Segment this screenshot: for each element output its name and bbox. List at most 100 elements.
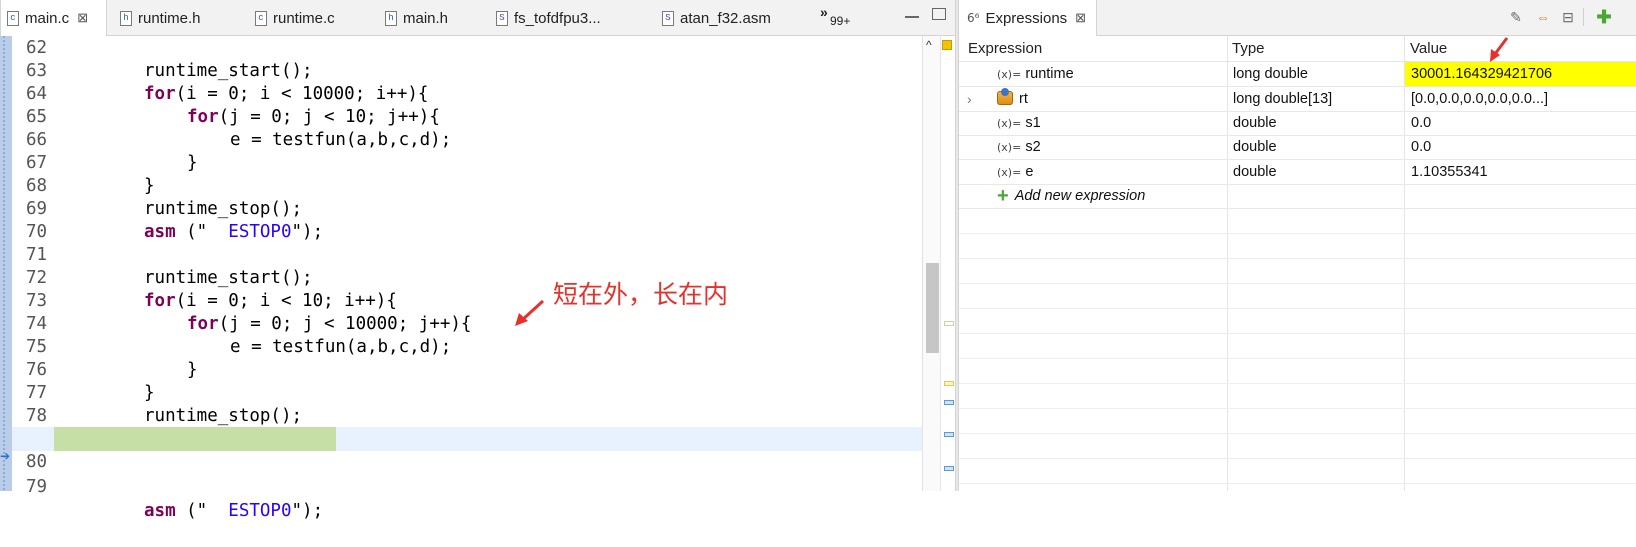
type-cell: double <box>1233 164 1277 180</box>
line-number: 68 <box>26 176 48 196</box>
code-line: 68} <box>12 174 922 198</box>
maximize-icon[interactable] <box>932 8 946 20</box>
more-tabs-icon[interactable]: » <box>820 4 828 20</box>
close-icon[interactable]: ⊠ <box>1075 10 1086 26</box>
code-line: 74 for(j = 0; j < 10000; j++){ <box>12 312 922 336</box>
expression-row[interactable]: › rt long double[13] [0.0,0.0,0.0,0.0,0.… <box>959 87 1636 112</box>
expression-cell: (x)= s1 <box>997 111 1222 135</box>
line-code: } <box>144 176 155 196</box>
code-line: 80 <box>12 450 922 474</box>
scrollbar-thumb[interactable] <box>926 263 939 353</box>
empty-row <box>959 384 1636 409</box>
remove-expression-icon[interactable]: ✎ <box>1507 8 1525 26</box>
overview-marker[interactable] <box>944 432 954 437</box>
variable-icon: (x)= <box>997 117 1022 130</box>
overview-marker[interactable] <box>944 400 954 405</box>
line-code: } <box>144 383 155 403</box>
tab-main-c[interactable]: c main.c ⊠ <box>0 0 107 36</box>
add-expression-cell[interactable]: + Add new expression <box>997 184 1222 208</box>
line-number: 69 <box>26 199 48 219</box>
column-header-type[interactable]: Type <box>1215 36 1393 62</box>
code-line: 64 for(i = 0; i < 10000; i++){ <box>12 82 922 106</box>
empty-row <box>959 334 1636 359</box>
code-line: 66 e = testfun(a,b,c,d); <box>12 128 922 152</box>
value-cell[interactable]: 0.0 <box>1411 135 1631 159</box>
code-line: 71 <box>12 243 922 267</box>
expression-name: e <box>1025 164 1034 180</box>
expression-cell: (x)= s2 <box>997 135 1222 159</box>
code-line: 78 runtime_stop(); <box>12 404 922 428</box>
tab-label: main.c <box>25 9 70 27</box>
collapse-toggle-icon[interactable]: ⇔ <box>1534 8 1552 26</box>
variable-icon: (x)= <box>997 166 1022 179</box>
tab-runtime-c[interactable]: c runtime.c <box>255 0 335 36</box>
line-code: for(i = 0; i < 10; i++){ <box>144 289 397 313</box>
line-code: for(j = 0; j < 10000; j++){ <box>187 312 471 336</box>
line-code: runtime_stop(); <box>144 406 303 426</box>
close-icon[interactable]: ⊠ <box>77 10 88 26</box>
overview-ruler[interactable] <box>940 36 955 491</box>
line-number: 74 <box>26 314 48 334</box>
tab-label: Expressions <box>985 9 1068 27</box>
add-expression-row[interactable]: + Add new expression <box>959 184 1636 209</box>
line-code: runtime_stop(); <box>144 199 303 219</box>
value-cell[interactable]: 0.0 <box>1411 111 1631 135</box>
expression-row[interactable]: (x)= s2 double 0.0 <box>959 135 1636 160</box>
code-line: 65 for(j = 0; j < 10; j++){ <box>12 105 922 129</box>
overview-marker[interactable] <box>944 381 954 386</box>
overview-marker[interactable] <box>944 321 954 326</box>
code-line: 76} <box>12 358 922 382</box>
code-line: 75 e = testfun(a,b,c,d); <box>12 335 922 359</box>
empty-row <box>959 434 1636 459</box>
tab-label: runtime.c <box>273 9 335 27</box>
debug-gutter[interactable] <box>0 36 12 491</box>
expression-name: runtime <box>1025 66 1074 82</box>
empty-row <box>959 409 1636 434</box>
minimize-icon[interactable] <box>905 8 919 18</box>
annotation-arrow-icon <box>515 299 545 326</box>
line-number: 75 <box>26 337 48 357</box>
column-header-expression[interactable]: Expression <box>951 36 1215 62</box>
expression-name: s2 <box>1025 139 1041 155</box>
code-line: 73 for(i = 0; i < 10; i++){ <box>12 289 922 313</box>
code-text-area[interactable]: 62 63 runtime_start(); 64 for(i = 0; i < 1… <box>12 36 922 521</box>
variable-icon: (x)= <box>997 68 1022 81</box>
line-code: runtime_start(); <box>144 61 313 81</box>
code-rest: (" ESTOP0"); <box>175 501 324 521</box>
expand-chevron-icon[interactable]: › <box>967 87 972 111</box>
value-cell[interactable]: [0.0,0.0,0.0,0.0,0.0...] <box>1411 87 1631 111</box>
expression-cell: (x)= runtime <box>997 62 1222 86</box>
tab-label: atan_f32.asm <box>680 9 771 27</box>
expression-row[interactable]: (x)= runtime long double 30001.1643294217… <box>959 62 1636 87</box>
overview-marker[interactable] <box>944 466 954 471</box>
c-file-icon: c <box>255 10 267 26</box>
add-expression-icon[interactable]: ✚ <box>1595 8 1613 26</box>
line-code: } <box>187 153 198 173</box>
collapse-all-icon[interactable]: ⊟ <box>1559 8 1577 26</box>
expression-row[interactable]: (x)= e double 1.10355341 <box>959 160 1636 185</box>
empty-row <box>959 259 1636 284</box>
tab-runtime-h[interactable]: h runtime.h <box>120 0 201 36</box>
keyword: asm <box>144 501 176 521</box>
scroll-up-icon[interactable]: ^ <box>926 38 932 52</box>
code-line: 69 runtime_stop(); <box>12 197 922 221</box>
type-cell: double <box>1233 139 1277 155</box>
line-code: runtime_start(); <box>144 268 313 288</box>
ide-window: c main.c ⊠ h runtime.h c runtime.c h mai… <box>0 0 1636 521</box>
tab-fs-tofdfpu3[interactable]: S fs_tofdfpu3... <box>496 0 601 36</box>
asm-file-icon: S <box>496 10 508 26</box>
line-code: asm (" ESTOP0"); <box>144 499 323 523</box>
more-tabs-count[interactable]: 99+ <box>830 14 850 28</box>
value-cell-changed[interactable]: 30001.164329421706 <box>1405 62 1636 86</box>
asm-file-icon: S <box>662 10 674 26</box>
tab-main-h[interactable]: h main.h <box>385 0 448 36</box>
tab-expressions[interactable]: 6⁶ Expressions ⊠ <box>959 0 1098 36</box>
column-header-value[interactable]: Value <box>1393 36 1636 62</box>
tab-atan-f32-asm[interactable]: S atan_f32.asm <box>662 0 771 36</box>
line-number: 64 <box>26 84 48 104</box>
code-rest: (j = 0; j < 10; j++){ <box>218 107 440 127</box>
value-cell[interactable]: 1.10355341 <box>1411 160 1631 184</box>
empty-row <box>959 309 1636 334</box>
expression-row[interactable]: (x)= s1 double 0.0 <box>959 111 1636 136</box>
expressions-tab-bar: 6⁶ Expressions ⊠ ✎ ⇔ ⊟ ✚ <box>959 0 1636 36</box>
